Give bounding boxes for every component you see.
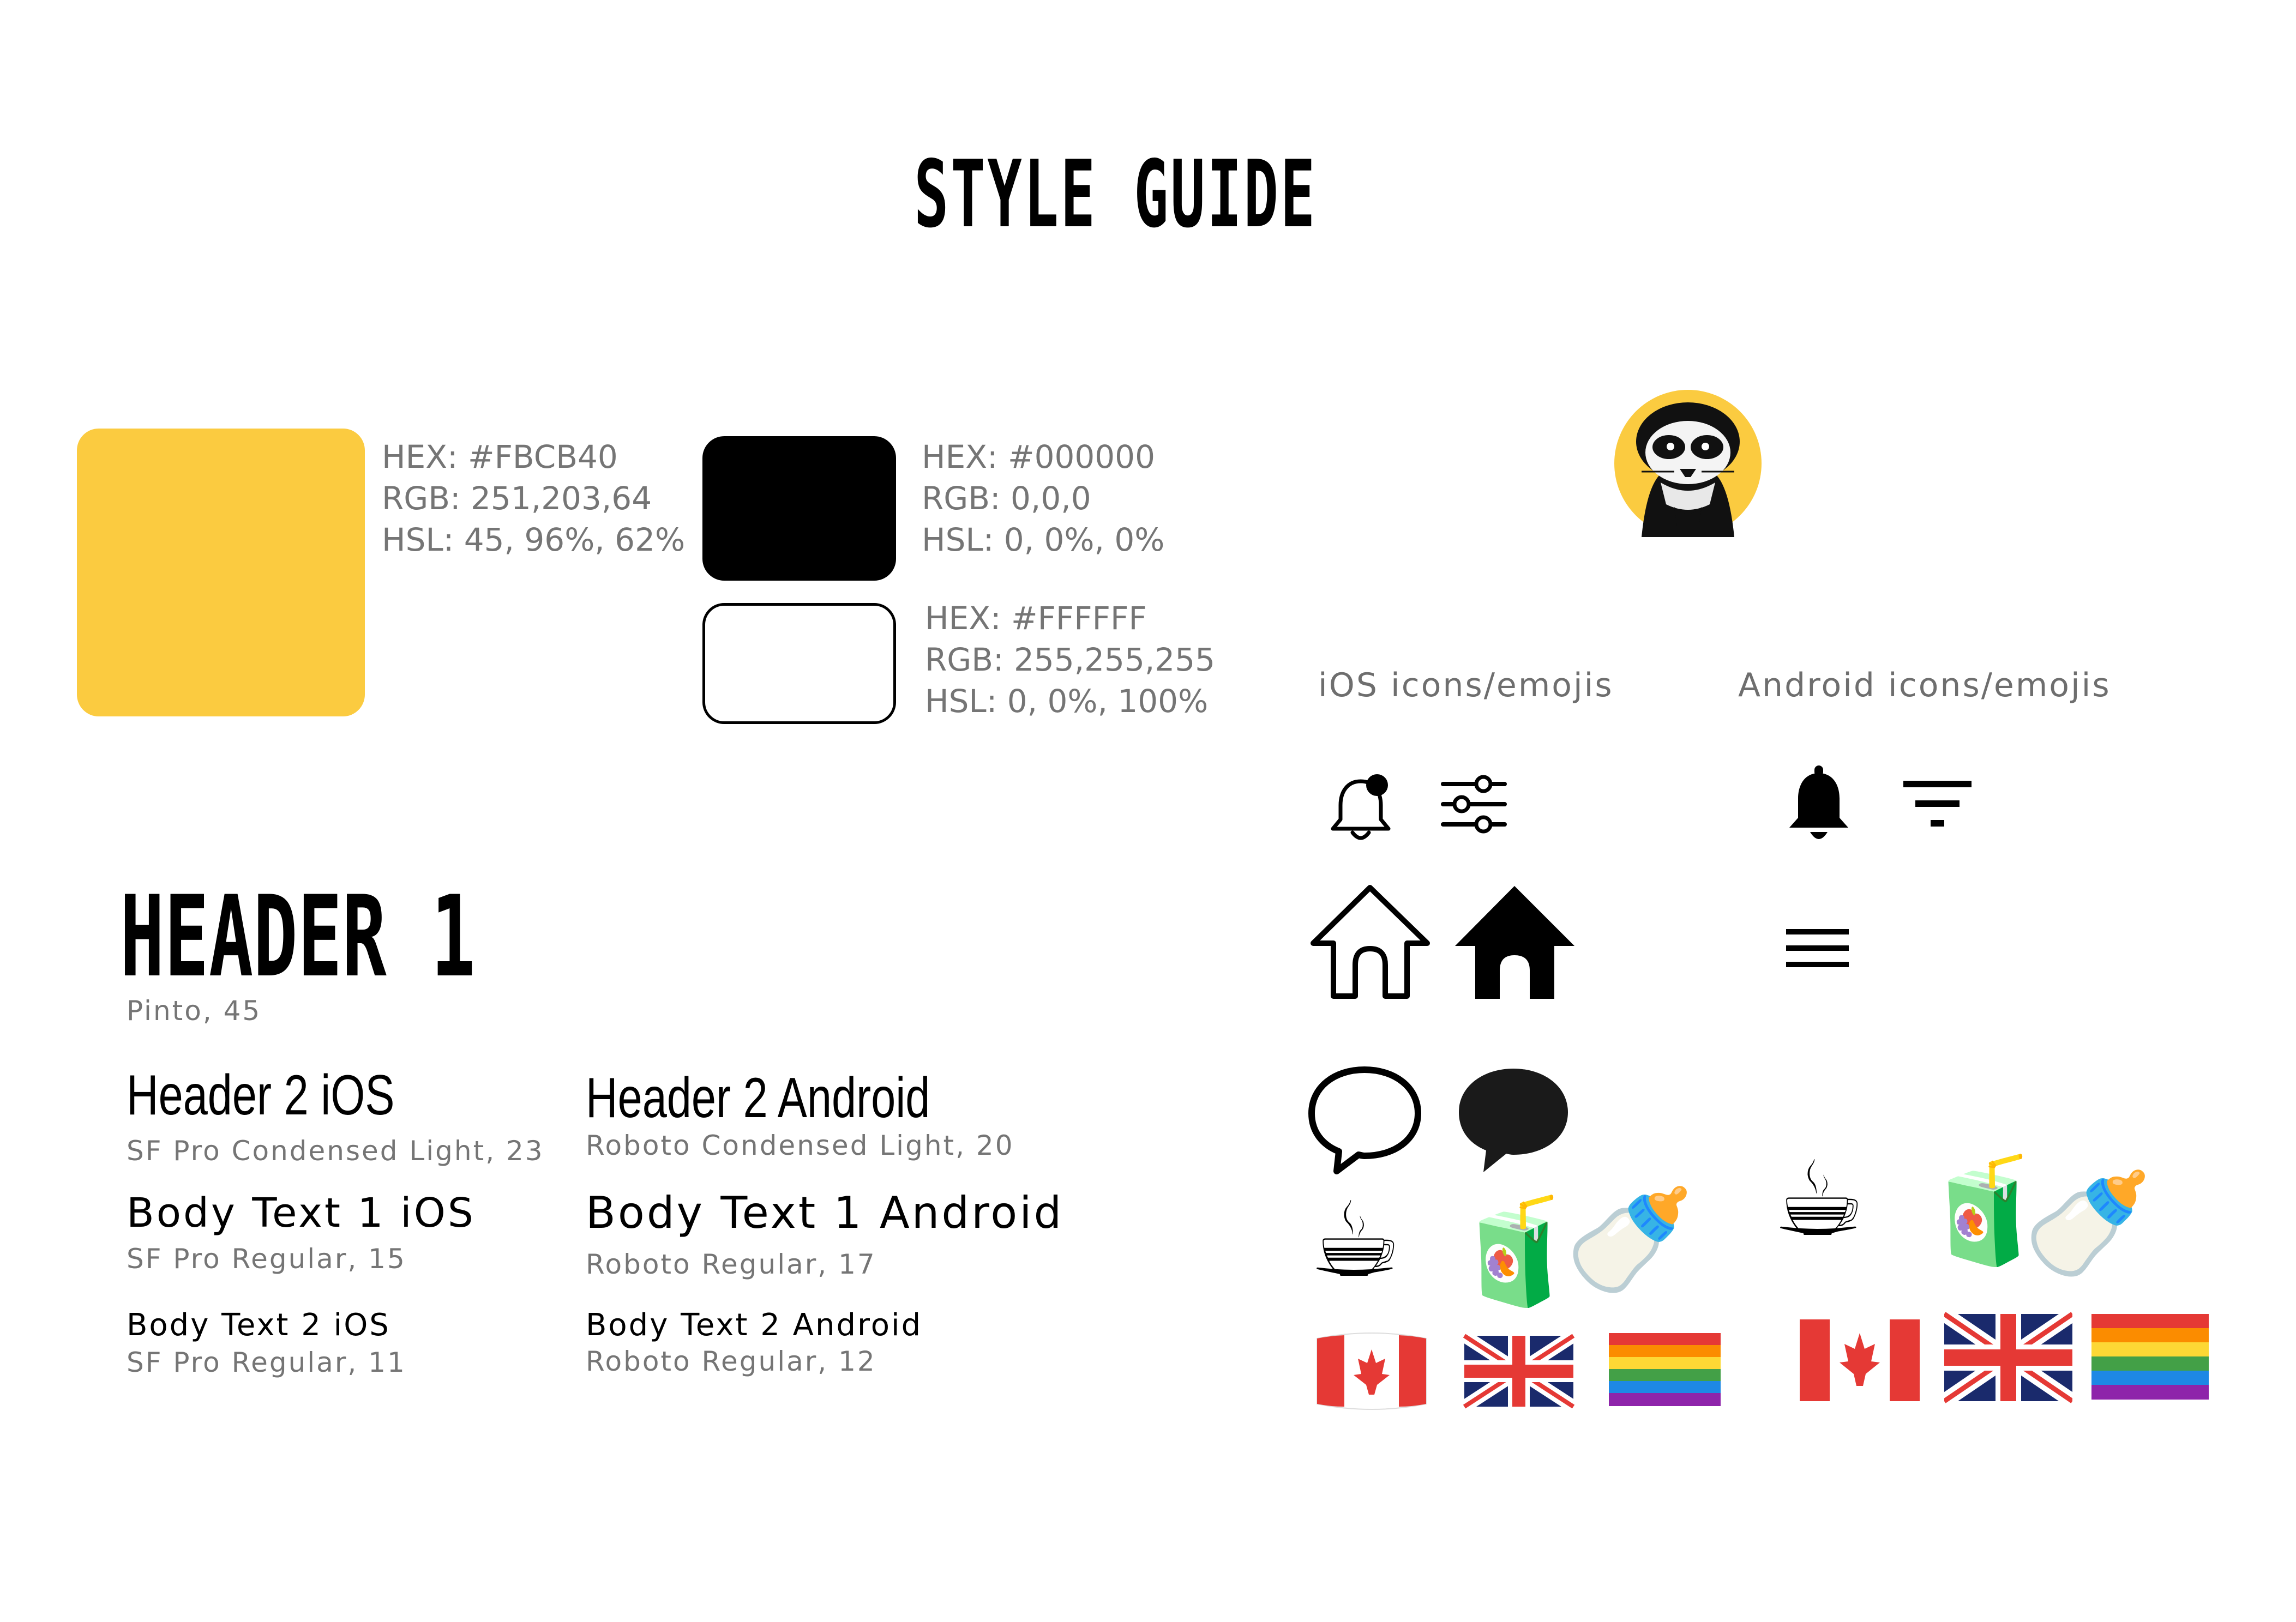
sliders-icon <box>1440 774 1508 834</box>
header1-sample: HEADER 1 <box>120 872 476 1002</box>
menu-icon <box>1786 927 1849 970</box>
hsl-value: HSL: 0, 0%, 100% <box>925 683 1209 720</box>
color-swatch-yellow <box>77 429 365 716</box>
color-swatch-black <box>702 436 896 581</box>
android-header2-sample: Header 2 Android <box>586 1066 930 1130</box>
hex-value: HEX: #FBCB40 <box>382 438 618 475</box>
meerkat-logo <box>1609 390 1767 537</box>
bell-badge-icon <box>1325 771 1396 845</box>
baby-bottle-emoji-ios: 🍼 <box>1565 1180 1694 1300</box>
android-body2-spec: Roboto Regular, 12 <box>586 1346 876 1377</box>
speech-bubble-filled-icon <box>1456 1063 1571 1178</box>
flag-rainbow-icon <box>1606 1328 1723 1415</box>
flag-uk-icon <box>1460 1330 1577 1413</box>
ios-body1-sample: Body Text 1 iOS <box>127 1190 476 1237</box>
page-title: STYLE GUIDE <box>914 141 1317 249</box>
ios-body1-spec: SF Pro Regular, 15 <box>127 1243 406 1275</box>
baby-bottle-emoji-android: 🍼 <box>2023 1163 2153 1284</box>
android-header2-spec: Roboto Condensed Light, 20 <box>586 1130 1014 1161</box>
home-filled-icon <box>1453 883 1576 1000</box>
android-body1-spec: Roboto Regular, 17 <box>586 1249 876 1280</box>
android-icons-label: Android icons/emojis <box>1738 666 2111 704</box>
rgb-value: RGB: 251,203,64 <box>382 480 652 517</box>
header1-spec: Pinto, 45 <box>127 995 262 1027</box>
color-info-yellow: HEX: #FBCB40 RGB: 251,203,64 HSL: 45, 96… <box>382 436 685 560</box>
speech-bubble-outline-icon <box>1306 1063 1423 1178</box>
coffee-emoji-android: ☕ <box>1772 1139 1866 1259</box>
ios-body2-spec: SF Pro Regular, 11 <box>127 1347 406 1378</box>
hex-value: HEX: #FFFFFF <box>925 600 1147 637</box>
color-info-black: HEX: #000000 RGB: 0,0,0 HSL: 0, 0%, 0% <box>922 436 1164 560</box>
coffee-emoji-ios: ☕ <box>1309 1180 1402 1300</box>
android-body2-sample: Body Text 2 Android <box>586 1307 923 1343</box>
hsl-value: HSL: 0, 0%, 0% <box>922 521 1165 558</box>
flag-canada-android-icon <box>1800 1314 1920 1407</box>
hex-value: HEX: #000000 <box>922 438 1155 475</box>
home-outline-icon <box>1309 883 1432 1000</box>
bell-filled-icon <box>1786 763 1852 848</box>
color-info-white: HEX: #FFFFFF RGB: 255,255,255 HSL: 0, 0%… <box>925 598 1215 722</box>
flag-canada-icon <box>1314 1330 1429 1412</box>
flag-uk-android-icon <box>1940 1307 2077 1408</box>
ios-body2-sample: Body Text 2 iOS <box>127 1307 390 1343</box>
ios-header2-sample: Header 2 iOS <box>127 1064 395 1127</box>
ios-header2-spec: SF Pro Condensed Light, 23 <box>127 1135 544 1167</box>
hsl-value: HSL: 45, 96%, 62% <box>382 521 686 558</box>
filter-icon <box>1903 781 1972 830</box>
rgb-value: RGB: 0,0,0 <box>922 480 1091 517</box>
android-body1-sample: Body Text 1 Android <box>586 1187 1064 1238</box>
color-swatch-white <box>702 603 896 724</box>
rgb-value: RGB: 255,255,255 <box>925 641 1215 678</box>
juice-box-emoji-ios: 🧃 <box>1451 1191 1580 1311</box>
ios-icons-label: iOS icons/emojis <box>1318 666 1614 704</box>
flag-rainbow-android-icon <box>2091 1311 2209 1404</box>
